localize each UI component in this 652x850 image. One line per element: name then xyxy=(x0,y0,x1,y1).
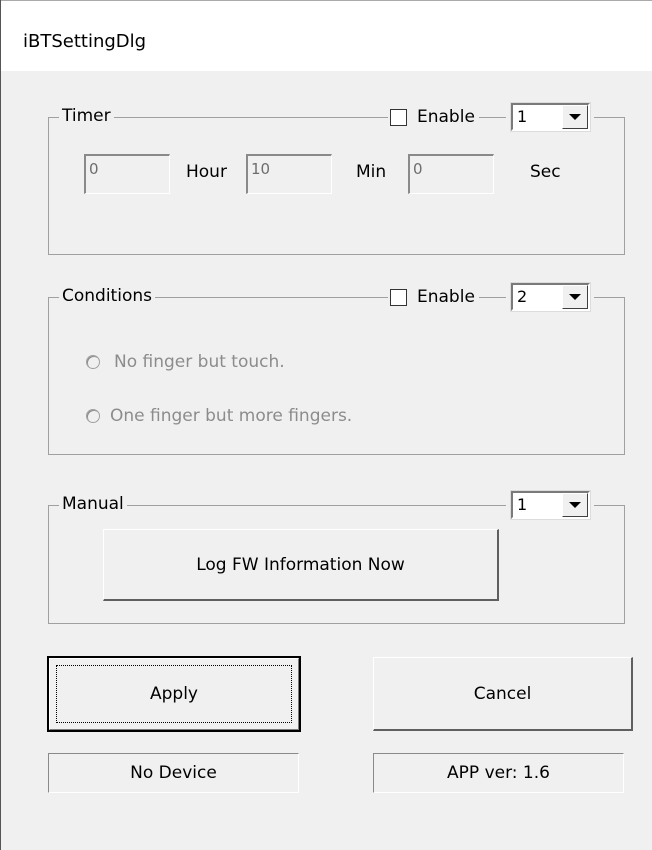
conditions-select-dropdown-button[interactable] xyxy=(562,285,588,309)
chevron-down-icon xyxy=(569,114,581,120)
timer-enable-checkbox[interactable]: Enable xyxy=(388,106,479,128)
title-bar[interactable]: iBTSettingDlg xyxy=(1,1,652,71)
log-fw-information-button-label: Log FW Information Now xyxy=(196,554,405,575)
radio-button[interactable] xyxy=(86,355,100,369)
timer-select-dropdown-button[interactable] xyxy=(562,105,588,129)
conditions-group xyxy=(48,297,625,455)
conditions-group-legend: Conditions xyxy=(59,286,155,306)
chevron-down-icon xyxy=(569,502,581,508)
manual-select-value: 1 xyxy=(517,495,528,514)
device-status-field: No Device xyxy=(48,753,299,793)
conditions-enable-label: Enable xyxy=(417,287,475,307)
timer-enable-label: Enable xyxy=(417,107,475,127)
condition-option-label: One finger but more fingers. xyxy=(110,406,353,426)
apply-button[interactable]: Apply xyxy=(47,656,301,732)
manual-select-dropdown-button[interactable] xyxy=(562,493,588,517)
hour-input[interactable]: 0 xyxy=(84,154,170,194)
window-title: iBTSettingDlg xyxy=(23,31,147,52)
apply-button-label: Apply xyxy=(150,684,198,704)
log-fw-information-button[interactable]: Log FW Information Now xyxy=(103,529,499,601)
window-border-left xyxy=(0,0,1,850)
second-input[interactable]: 0 xyxy=(408,154,494,194)
timer-group-legend: Timer xyxy=(59,106,114,126)
condition-option-one-finger[interactable]: One finger but more fingers. xyxy=(86,406,352,426)
timer-enable-checkbox-box[interactable] xyxy=(390,108,407,126)
conditions-enable-checkbox-box[interactable] xyxy=(390,288,407,306)
radio-button[interactable] xyxy=(86,409,100,423)
minute-label: Min xyxy=(356,162,387,182)
app-version-field: APP ver: 1.6 xyxy=(373,753,624,793)
minute-input[interactable]: 10 xyxy=(246,154,332,194)
hour-label: Hour xyxy=(186,162,227,182)
manual-select[interactable]: 1 xyxy=(510,490,591,520)
timer-select[interactable]: 1 xyxy=(510,102,591,132)
timer-select-value: 1 xyxy=(517,107,528,126)
conditions-select-value: 2 xyxy=(517,287,528,306)
cancel-button-label: Cancel xyxy=(473,683,532,704)
manual-group-legend: Manual xyxy=(59,494,127,514)
chevron-down-icon xyxy=(569,294,581,300)
conditions-enable-checkbox[interactable]: Enable xyxy=(388,286,479,308)
conditions-select[interactable]: 2 xyxy=(510,282,591,312)
cancel-button[interactable]: Cancel xyxy=(373,657,633,731)
second-label: Sec xyxy=(530,162,561,182)
condition-option-no-finger[interactable]: No finger but touch. xyxy=(86,352,285,372)
condition-option-label: No finger but touch. xyxy=(114,352,285,372)
